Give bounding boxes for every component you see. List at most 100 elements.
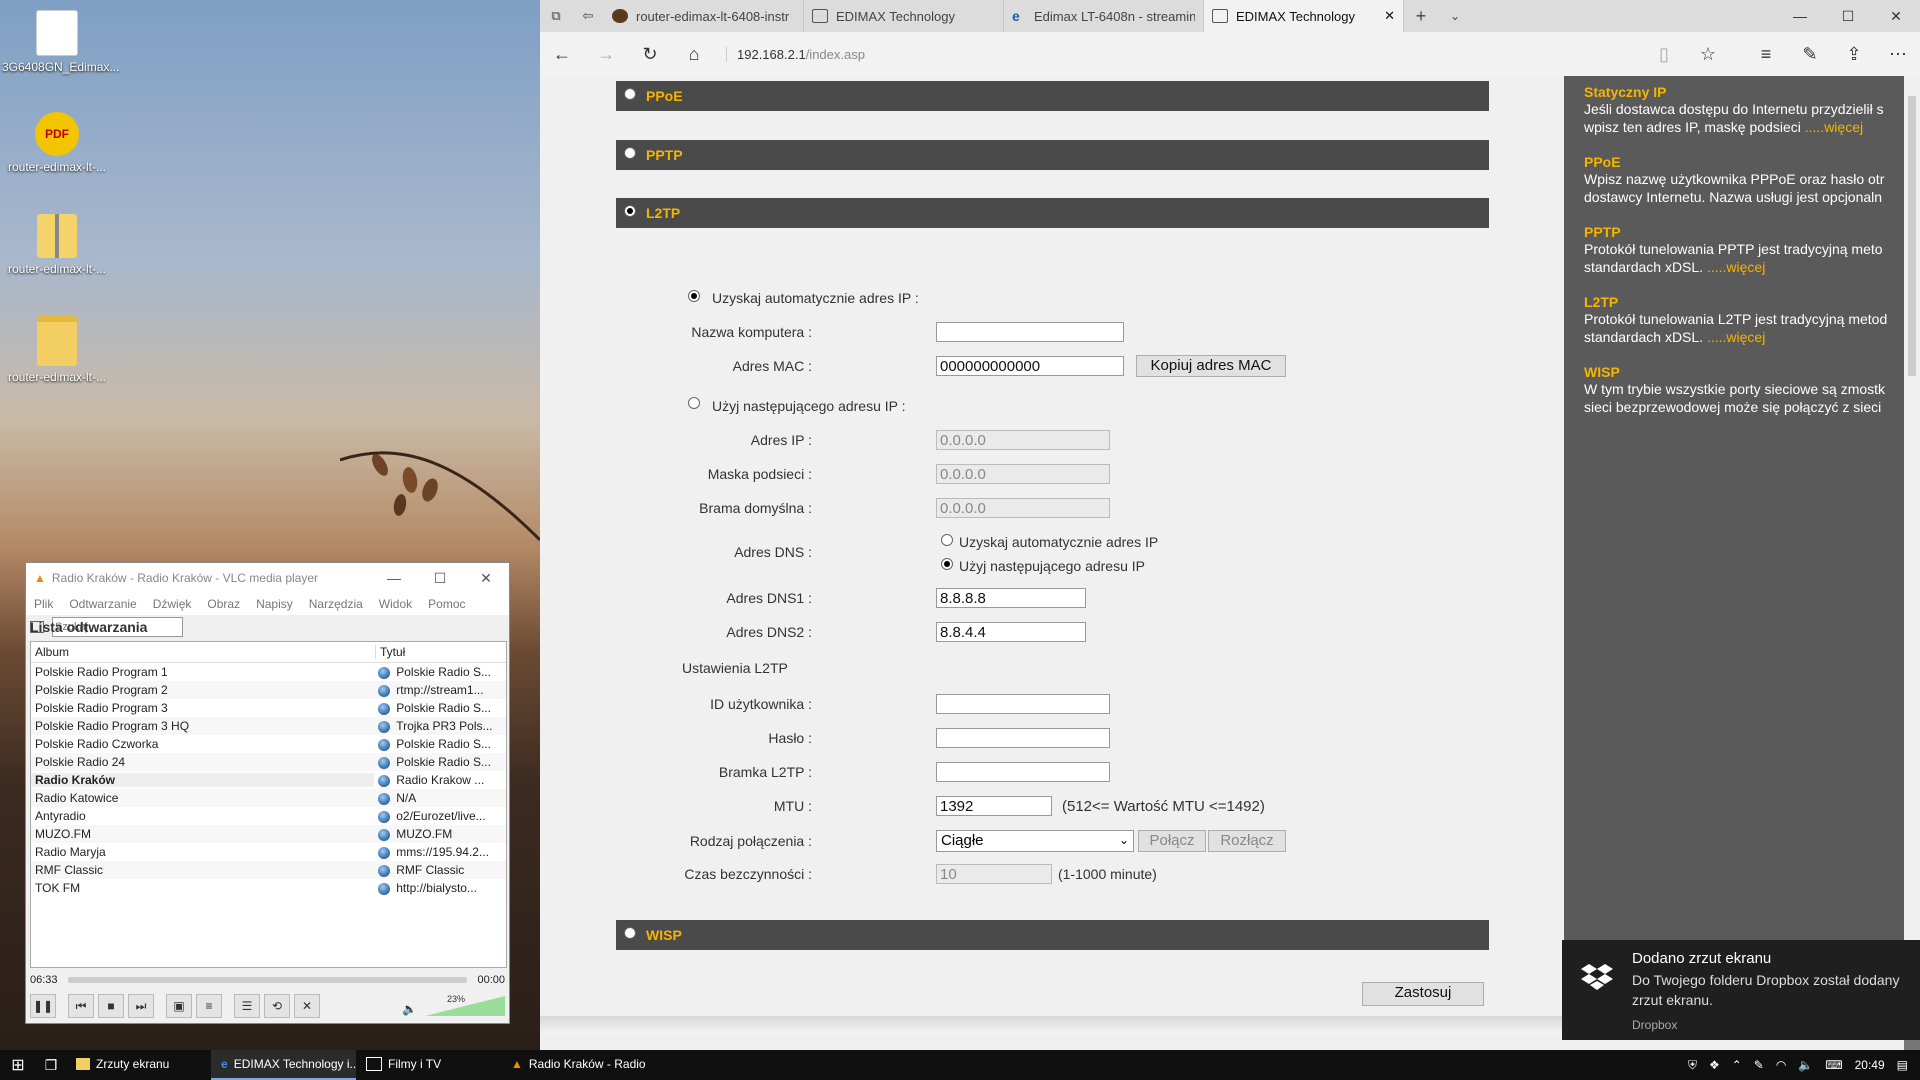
playlist-row[interactable]: Polskie Radio 24 Polskie Radio S... bbox=[31, 753, 506, 771]
desktop-icon-zip[interactable]: router-edimax-lt-... bbox=[2, 214, 112, 276]
connection-type-select[interactable]: Ciągłe ⌄ bbox=[936, 830, 1134, 852]
column-album[interactable]: Album bbox=[31, 645, 376, 659]
pen-tray-icon[interactable]: ✎ bbox=[1754, 1058, 1764, 1072]
dns-auto-radio[interactable] bbox=[941, 534, 953, 546]
action-center-icon[interactable]: ▤ bbox=[1897, 1058, 1908, 1072]
pppoe-radio[interactable] bbox=[624, 88, 636, 100]
ip-input[interactable] bbox=[936, 430, 1110, 450]
vertical-scrollbar[interactable] bbox=[1904, 76, 1920, 1016]
tab-close-icon[interactable]: ✕ bbox=[1384, 8, 1395, 24]
playlist-row[interactable]: TOK FM http://bialysto... bbox=[31, 879, 506, 897]
pen-icon[interactable]: ✎ bbox=[1788, 44, 1832, 65]
menu-odtwarzanie[interactable]: Odtwarzanie bbox=[69, 597, 136, 611]
column-title[interactable]: Tytuł bbox=[376, 645, 405, 659]
l2tp-gateway-input[interactable] bbox=[936, 762, 1110, 782]
playlist-row[interactable]: Radio Maryja mms://195.94.2... bbox=[31, 843, 506, 861]
wisp-radio[interactable] bbox=[624, 927, 636, 939]
volume-slider[interactable]: 23% bbox=[425, 994, 505, 1016]
taskbar-item-explorer[interactable]: Zrzuty ekranu bbox=[66, 1050, 211, 1080]
pptp-radio[interactable] bbox=[624, 147, 636, 159]
static-ip-radio[interactable] bbox=[688, 397, 700, 409]
playlist-row[interactable]: MUZO.FM MUZO.FM bbox=[31, 825, 506, 843]
dropbox-tray-icon[interactable]: ❖ bbox=[1709, 1058, 1720, 1072]
mask-input[interactable] bbox=[936, 464, 1110, 484]
hub-icon[interactable]: ≡ bbox=[1744, 44, 1788, 65]
playlist-row[interactable]: Antyradio o2/Eurozet/live... bbox=[31, 807, 506, 825]
security-shield-icon[interactable]: ⛨ bbox=[1688, 1058, 1697, 1073]
seek-slider[interactable] bbox=[67, 977, 468, 983]
help-more-link[interactable]: .....więcej bbox=[1707, 329, 1765, 345]
playlist-row[interactable]: Radio Kraków Radio Krakow ... bbox=[31, 771, 506, 789]
playlist-row[interactable]: Polskie Radio Program 1 Polskie Radio S..… bbox=[31, 663, 506, 681]
help-more-link[interactable]: .....więcej bbox=[1707, 259, 1765, 275]
more-icon[interactable]: ⋯ bbox=[1876, 44, 1920, 65]
userid-input[interactable] bbox=[936, 694, 1110, 714]
taskbar-item-vlc[interactable]: ▲ Radio Kraków - Radio... bbox=[501, 1050, 646, 1080]
tab-router-instr[interactable]: router-edimax-lt-6408-instr bbox=[604, 0, 804, 32]
favorite-star-icon[interactable]: ☆ bbox=[1686, 44, 1730, 65]
taskbar-item-movies[interactable]: Filmy i TV bbox=[356, 1050, 501, 1080]
playlist-row[interactable]: RMF Classic RMF Classic bbox=[31, 861, 506, 879]
dropbox-notification[interactable]: Dodano zrzut ekranu Do Twojego folderu D… bbox=[1562, 940, 1920, 1040]
minimize-icon[interactable]: — bbox=[1776, 0, 1824, 32]
hostname-input[interactable] bbox=[936, 322, 1124, 342]
chevron-up-icon[interactable]: ⌃ bbox=[1732, 1058, 1742, 1072]
playlist-row[interactable]: Polskie Radio Czworka Polskie Radio S... bbox=[31, 735, 506, 753]
refresh-icon[interactable]: ↻ bbox=[628, 44, 672, 65]
minimize-icon[interactable]: — bbox=[371, 570, 417, 586]
help-more-link[interactable]: .....więcej bbox=[1805, 119, 1863, 135]
tab-preview-icon[interactable]: ⧉ bbox=[540, 0, 572, 32]
disconnect-button[interactable]: Rozłącz bbox=[1208, 830, 1286, 852]
l2tp-radio[interactable] bbox=[624, 205, 636, 217]
fullscreen-button[interactable]: ▣ bbox=[166, 994, 192, 1018]
playlist-row[interactable]: Polskie Radio Program 3 Polskie Radio S..… bbox=[31, 699, 506, 717]
tab-edimax-streaming[interactable]: e Edimax LT-6408n - streamin bbox=[1004, 0, 1204, 32]
next-button[interactable]: ⏭ bbox=[128, 994, 154, 1018]
dns1-input[interactable] bbox=[936, 588, 1086, 608]
clock[interactable]: 20:49 bbox=[1855, 1058, 1885, 1072]
address-bar[interactable]: 192.168.2.1/index.asp bbox=[726, 46, 1642, 62]
previous-button[interactable]: ⏮ bbox=[68, 994, 94, 1018]
pause-button[interactable]: ❚❚ bbox=[30, 994, 56, 1018]
tab-edimax-1[interactable]: EDIMAX Technology bbox=[804, 0, 1004, 32]
menu-pomoc[interactable]: Pomoc bbox=[428, 597, 465, 611]
idle-time-input[interactable] bbox=[936, 864, 1052, 884]
close-icon[interactable]: ✕ bbox=[1872, 0, 1920, 32]
keyboard-icon[interactable]: ⌨ bbox=[1825, 1058, 1842, 1072]
connect-button[interactable]: Połącz bbox=[1138, 830, 1206, 852]
close-icon[interactable]: ✕ bbox=[463, 570, 509, 587]
desktop-icon-pdf[interactable]: PDF router-edimax-lt-... bbox=[2, 112, 112, 174]
shuffle-button[interactable]: ✕ bbox=[294, 994, 320, 1018]
taskbar-item-edge[interactable]: e EDIMAX Technology i... bbox=[211, 1050, 356, 1080]
volume-icon[interactable]: 🔈 bbox=[1798, 1058, 1813, 1072]
menu-dzwiek[interactable]: Dźwięk bbox=[153, 597, 192, 611]
loop-button[interactable]: ⟲ bbox=[264, 994, 290, 1018]
playlist-row[interactable]: Polskie Radio Program 3 HQ Trojka PR3 Pol… bbox=[31, 717, 506, 735]
volume-control[interactable]: 🔈 23% bbox=[402, 994, 505, 1016]
menu-widok[interactable]: Widok bbox=[379, 597, 412, 611]
vlc-titlebar[interactable]: ▲ Radio Kraków - Radio Kraków - VLC medi… bbox=[26, 563, 509, 593]
playlist-button[interactable]: ☰ bbox=[234, 994, 260, 1018]
windows-start-icon[interactable]: ⊞ bbox=[0, 1055, 36, 1075]
copy-mac-button[interactable]: Kopiuj adres MAC bbox=[1136, 355, 1286, 377]
reading-view-icon[interactable]: ▯ bbox=[1642, 44, 1686, 65]
chevron-down-icon[interactable]: ⌄ bbox=[1438, 0, 1472, 32]
desktop-icon-folder[interactable]: router-edimax-lt-... bbox=[2, 316, 112, 384]
playlist-row[interactable]: Radio Katowice N/A bbox=[31, 789, 506, 807]
tab-edimax-active[interactable]: EDIMAX Technology ✕ bbox=[1204, 0, 1404, 32]
mtu-input[interactable] bbox=[936, 796, 1052, 816]
mac-input[interactable] bbox=[936, 356, 1124, 376]
password-input[interactable] bbox=[936, 728, 1110, 748]
gateway-input[interactable] bbox=[936, 498, 1110, 518]
new-tab-icon[interactable]: + bbox=[1404, 0, 1438, 32]
scrollbar-thumb[interactable] bbox=[1908, 96, 1916, 376]
stop-button[interactable]: ■ bbox=[98, 994, 124, 1018]
dns2-input[interactable] bbox=[936, 622, 1086, 642]
auto-ip-radio[interactable] bbox=[688, 290, 700, 302]
apply-button[interactable]: Zastosuj bbox=[1362, 982, 1484, 1006]
maximize-icon[interactable]: ☐ bbox=[417, 570, 463, 587]
desktop-icon-file[interactable]: 3G6408GN_Edimax... bbox=[2, 10, 119, 74]
forward-icon[interactable]: → bbox=[584, 44, 628, 65]
menu-obraz[interactable]: Obraz bbox=[207, 597, 240, 611]
menu-plik[interactable]: Plik bbox=[34, 597, 53, 611]
